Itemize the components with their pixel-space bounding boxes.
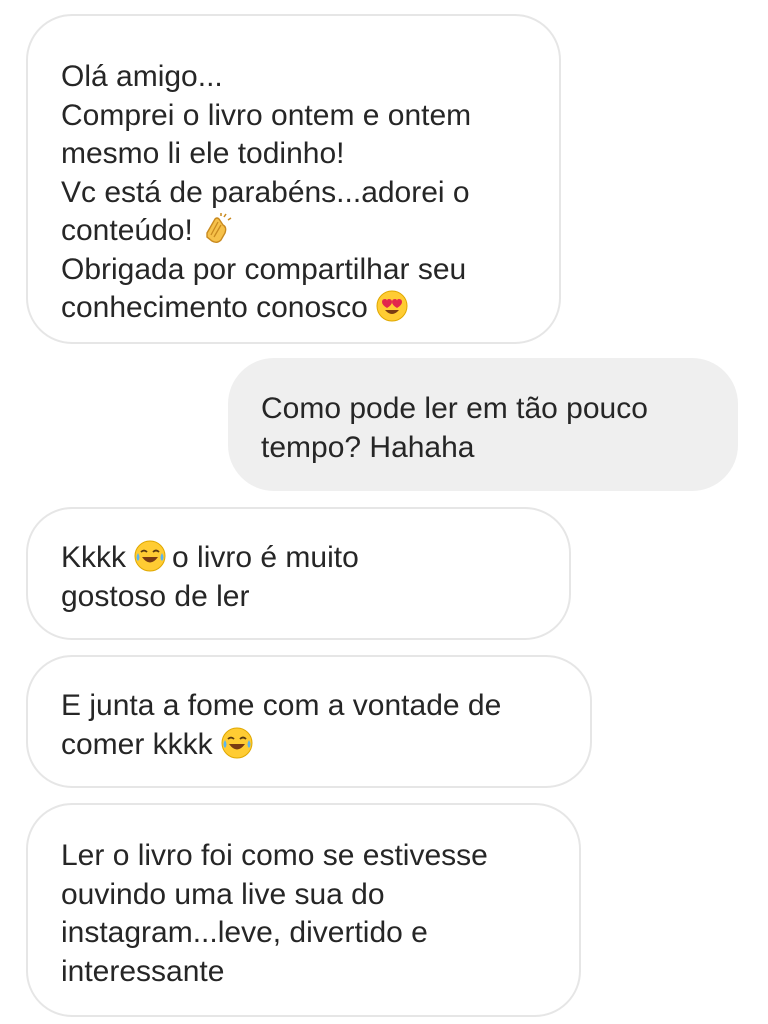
message-text-line: tempo? Hahaha (261, 430, 475, 464)
message-text-line: Vc está de parabéns...adorei o (61, 175, 470, 209)
message-text-line-with-emoji: comer kkkk (61, 726, 570, 765)
message-text-line: Olá amigo... (61, 60, 223, 93)
incoming-message-bubble[interactable]: Kkkk o livro é muito gostoso de ler (26, 507, 571, 640)
face-with-tears-of-joy-icon (134, 540, 166, 572)
message-text-line: E junta a fome com a vontade de (61, 689, 502, 722)
message-text-line: interessante (61, 954, 225, 988)
message-text-line: mesmo li ele todinho! (61, 137, 345, 170)
face-with-tears-of-joy-icon (221, 727, 253, 759)
message-text-line: gostoso de ler (61, 579, 250, 613)
message-text: conhecimento conosco (61, 291, 368, 324)
incoming-message-bubble[interactable]: E junta a fome com a vontade de comer kk… (26, 655, 592, 788)
message-text-line: Comprei o livro ontem e ontem (61, 98, 472, 132)
message-text: conteúdo! (61, 214, 193, 247)
message-text-line: Obrigada por compartilhar seu (61, 252, 467, 286)
message-text-line-with-emoji: conteúdo! (61, 212, 539, 251)
message-text-line: instagram...leve, divertido e (61, 916, 428, 949)
message-text-line-with-emoji: conhecimento conosco (61, 289, 539, 328)
message-text: comer kkkk (61, 727, 213, 761)
message-text: Kkkk (61, 541, 127, 574)
message-text-line: Ler o livro foi como se estivesse (61, 839, 488, 872)
incoming-message-bubble[interactable]: Ler o livro foi como se estivesse ouvind… (26, 803, 581, 1017)
outgoing-message-bubble[interactable]: Como pode ler em tão pouco tempo? Hahaha (228, 358, 738, 491)
message-text-line: ouvindo uma live sua do (61, 877, 385, 911)
message-text: o livro é muito (172, 541, 359, 574)
clapping-hands-icon (201, 213, 233, 245)
message-text-line-with-emoji: Kkkk o livro é muito (61, 539, 549, 578)
incoming-message-bubble[interactable]: Olá amigo... Comprei o livro ontem e ont… (26, 14, 561, 344)
message-text-line: Como pode ler em tão pouco (261, 392, 648, 425)
heart-eyes-face-icon (376, 290, 408, 322)
